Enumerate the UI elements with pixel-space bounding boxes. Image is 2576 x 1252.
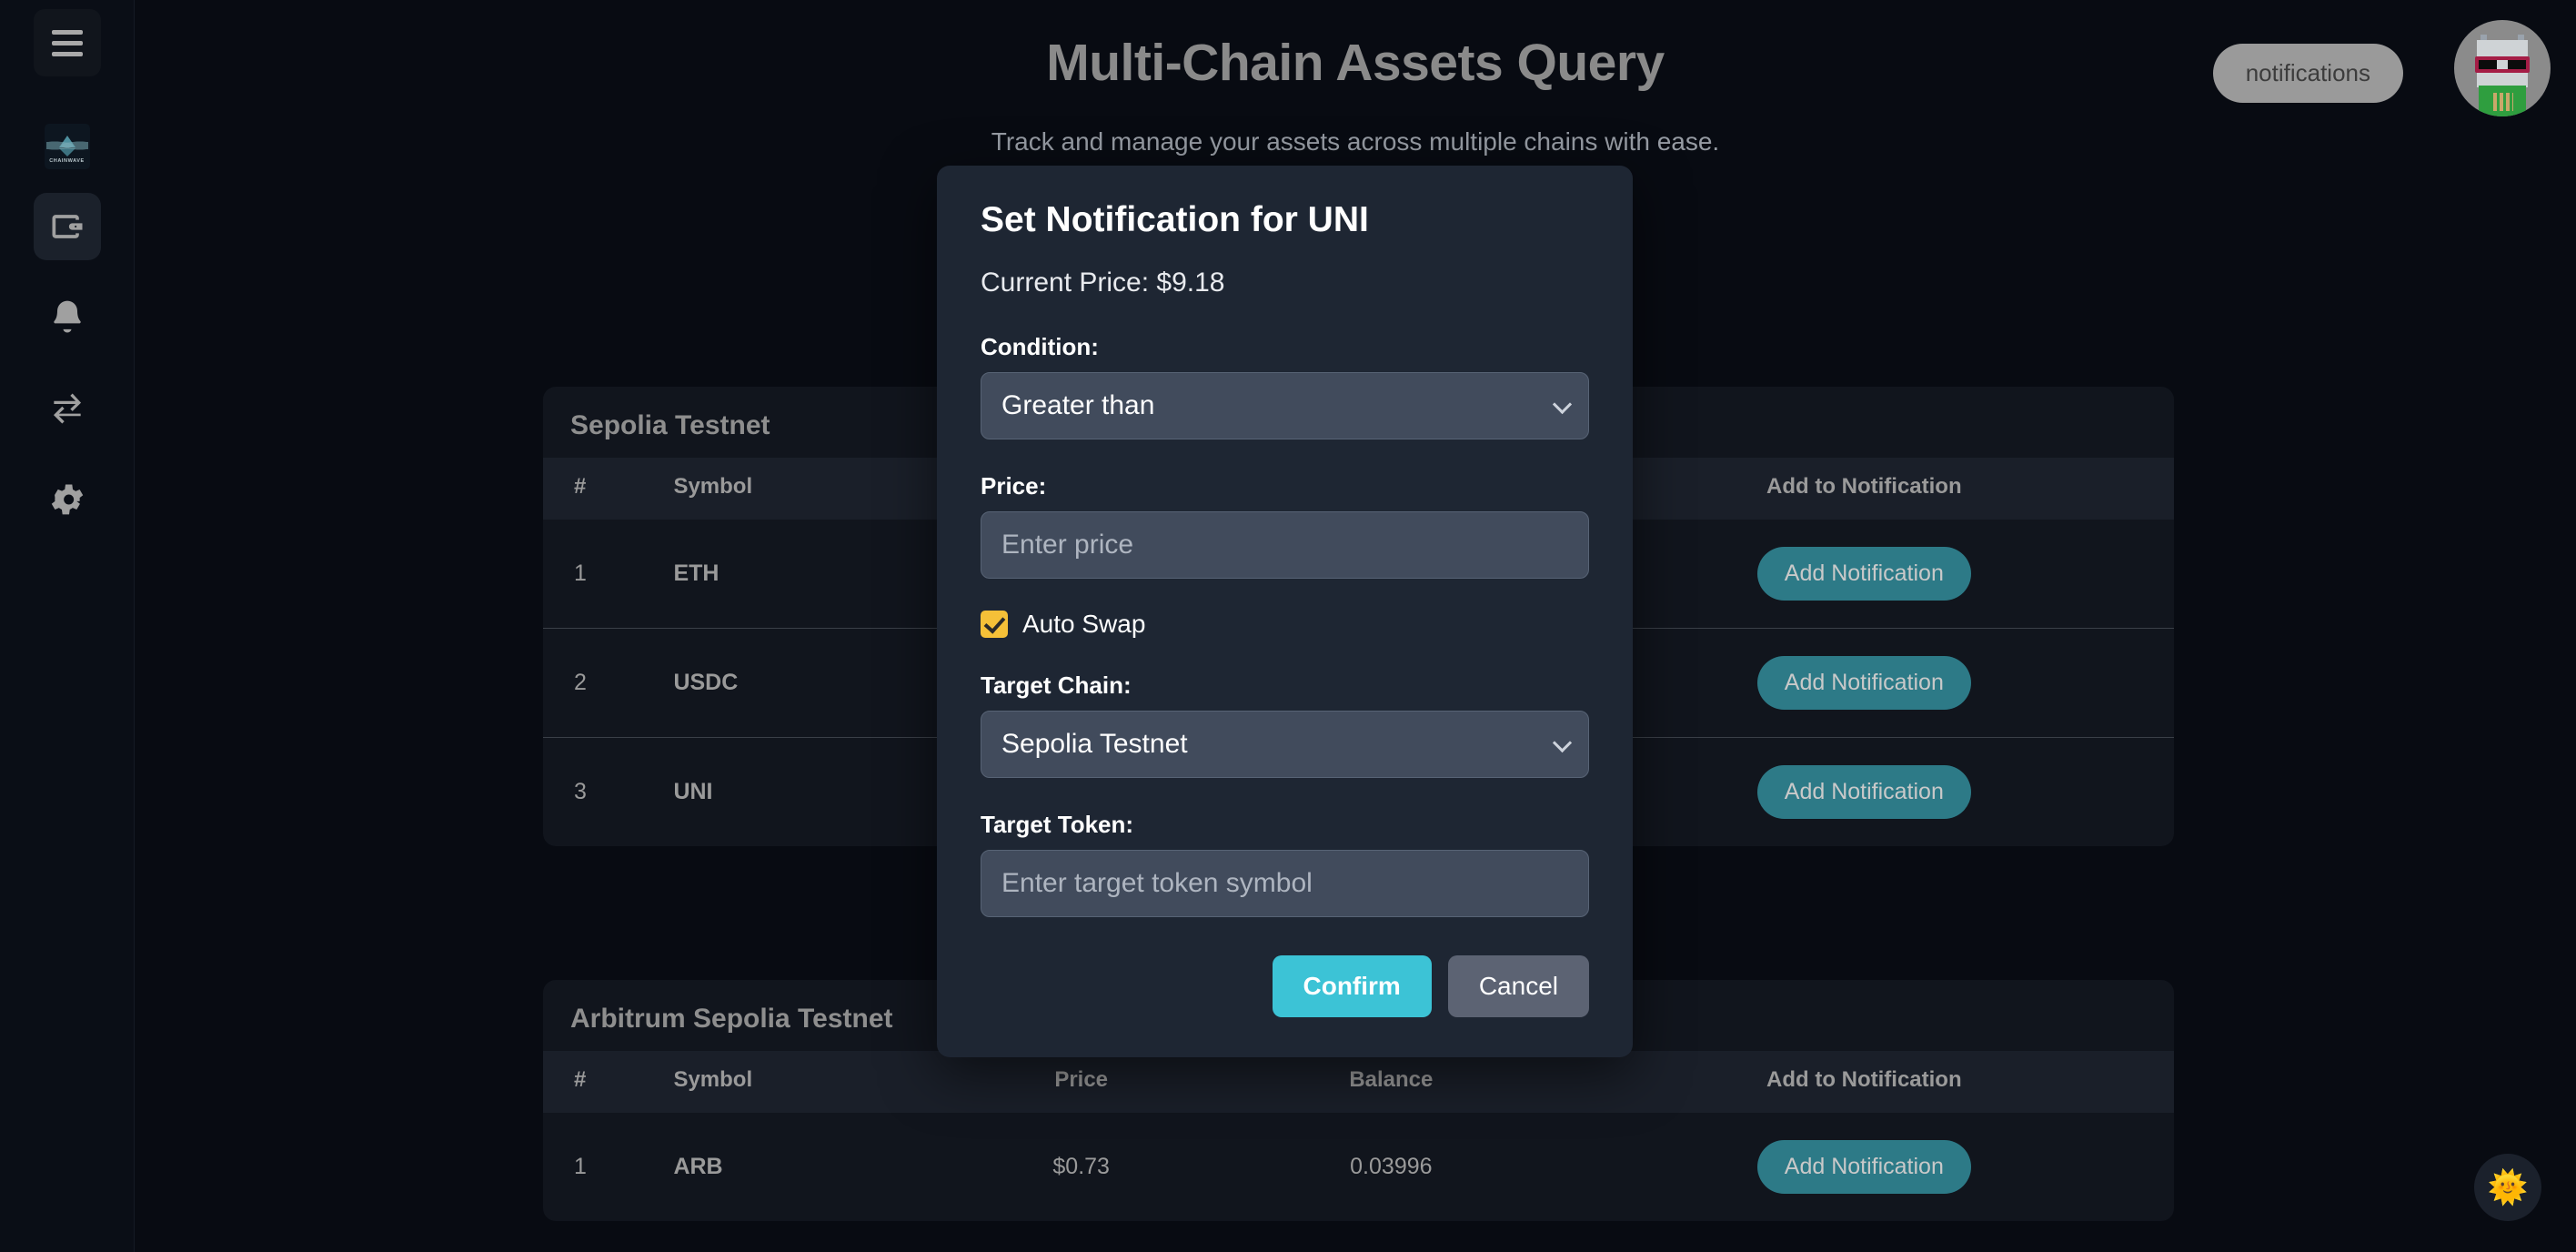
cell-symbol: USDC bbox=[673, 628, 935, 738]
col-price: Price bbox=[934, 1051, 1229, 1113]
cell-symbol: ETH bbox=[673, 560, 719, 586]
sidebar-item-notifications[interactable] bbox=[34, 284, 101, 351]
target-chain-label: Target Chain: bbox=[981, 671, 1132, 699]
cell-balance: 0.03996 bbox=[1350, 1154, 1433, 1179]
add-notification-button[interactable]: Add Notification bbox=[1756, 765, 1971, 819]
avatar-glasses bbox=[2475, 56, 2530, 73]
cell-index: 1 bbox=[574, 1154, 587, 1179]
cancel-button[interactable]: Cancel bbox=[1447, 955, 1589, 1017]
col-balance: Balance bbox=[1228, 1051, 1555, 1113]
sidebar-item-swap[interactable] bbox=[34, 375, 101, 442]
bell-icon bbox=[53, 300, 81, 333]
dialog-title: Set Notification for UNI bbox=[981, 200, 1369, 239]
page-title: Multi-Chain Assets Query bbox=[1046, 34, 1665, 92]
swap-icon bbox=[53, 393, 81, 424]
auto-swap-row: Auto Swap bbox=[981, 610, 1589, 639]
target-token-label: Target Token: bbox=[981, 811, 1134, 838]
add-notification-button[interactable]: Add Notification bbox=[1756, 656, 1971, 710]
avatar-lens-right bbox=[2508, 60, 2526, 69]
add-notification-button[interactable]: Add Notification bbox=[1756, 1140, 1971, 1194]
target-token-input-wrap bbox=[981, 850, 1589, 917]
gear-icon bbox=[51, 484, 83, 515]
hamburger-menu-icon[interactable] bbox=[33, 9, 101, 76]
avatar[interactable] bbox=[2454, 20, 2551, 116]
col-action: Add to Notification bbox=[1554, 458, 2174, 520]
condition-select[interactable] bbox=[981, 372, 1589, 439]
col-symbol: Symbol bbox=[673, 1051, 935, 1113]
col-action: Add to Notification bbox=[1554, 1051, 2174, 1113]
sun-icon: 🌞 bbox=[2487, 1168, 2529, 1206]
cell-action: Add Notification bbox=[1555, 520, 2174, 629]
sidebar-item-wallet[interactable] bbox=[33, 193, 101, 260]
current-price-text: Current Price: $9.18 bbox=[981, 268, 1225, 298]
logo-wings-icon bbox=[45, 138, 88, 153]
cell-action: Add Notification bbox=[1554, 628, 2174, 738]
add-notification-button[interactable]: Add Notification bbox=[1756, 547, 1971, 601]
theme-toggle-button[interactable]: 🌞 bbox=[2474, 1154, 2541, 1221]
notifications-button[interactable]: notifications bbox=[2212, 44, 2403, 103]
cell-price: $0.73 bbox=[1052, 1154, 1110, 1179]
assets-table: # Symbol Price Balance Add to Notificati… bbox=[543, 1051, 2174, 1221]
col-index: # bbox=[543, 1051, 674, 1113]
page-subtitle: Track and manage your assets across mult… bbox=[991, 127, 1720, 156]
auto-swap-checkbox[interactable] bbox=[981, 611, 1008, 638]
app-root: CHAINWAVE Multi-Chain Assets Query Track… bbox=[0, 0, 2576, 1252]
hamburger-bar bbox=[51, 29, 83, 35]
condition-label: Condition: bbox=[981, 333, 1099, 360]
price-label: Price: bbox=[981, 472, 1047, 500]
cell-action: Add Notification bbox=[1555, 1113, 2174, 1221]
logo-text: CHAINWAVE bbox=[49, 158, 85, 164]
hamburger-bar bbox=[51, 51, 83, 56]
wallet-icon bbox=[52, 215, 82, 238]
col-symbol: Symbol bbox=[673, 458, 935, 520]
table-row: 1 ARB $0.73 0.03996 Add Notification bbox=[543, 1113, 2174, 1221]
confirm-button[interactable]: Confirm bbox=[1272, 955, 1432, 1017]
dialog-actions: Confirm Cancel bbox=[981, 955, 1589, 1017]
cell-symbol: UNI bbox=[673, 737, 935, 846]
table-header-row: # Symbol Price Balance Add to Notificati… bbox=[543, 1051, 2174, 1113]
chainwave-logo[interactable]: CHAINWAVE bbox=[44, 124, 90, 169]
target-token-input[interactable] bbox=[981, 850, 1589, 917]
target-chain-select[interactable] bbox=[981, 711, 1589, 778]
cell-index: 1 bbox=[574, 560, 587, 586]
sidebar: CHAINWAVE bbox=[0, 0, 135, 1252]
auto-swap-label: Auto Swap bbox=[1022, 610, 1146, 638]
sidebar-item-settings[interactable] bbox=[34, 466, 101, 533]
target-chain-select-wrap bbox=[981, 711, 1589, 778]
hamburger-bar bbox=[51, 40, 83, 45]
cell-action: Add Notification bbox=[1554, 737, 2174, 846]
set-notification-dialog: Set Notification for UNI Current Price: … bbox=[937, 166, 1633, 1057]
avatar-chip bbox=[2493, 93, 2513, 111]
price-input-wrap bbox=[981, 511, 1589, 579]
cell-symbol: ARB bbox=[673, 1154, 723, 1179]
table-body: 1 ARB $0.73 0.03996 Add Notification bbox=[543, 1113, 2174, 1221]
condition-select-wrap bbox=[981, 372, 1589, 439]
price-input[interactable] bbox=[981, 511, 1589, 579]
avatar-lens-left bbox=[2479, 60, 2497, 69]
table-head: # Symbol Price Balance Add to Notificati… bbox=[543, 1051, 2174, 1113]
robot-avatar-icon bbox=[2470, 35, 2535, 116]
cell-index: 3 bbox=[543, 737, 674, 846]
cell-index: 2 bbox=[543, 628, 674, 738]
col-index: # bbox=[543, 458, 674, 520]
